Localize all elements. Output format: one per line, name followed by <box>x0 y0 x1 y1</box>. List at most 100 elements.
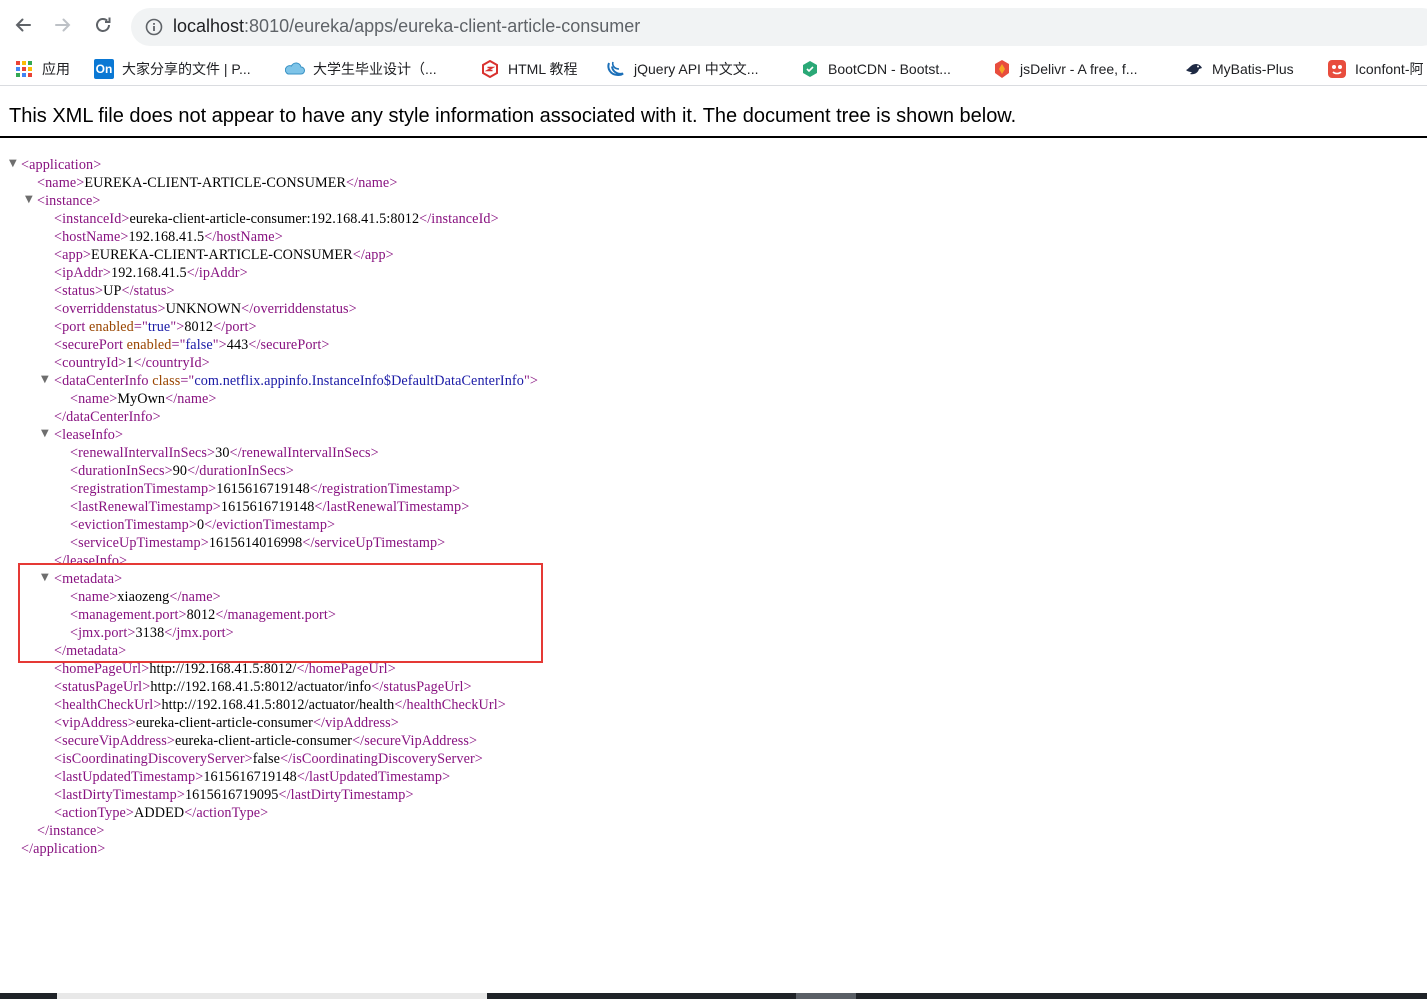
xml-line-application-close: </application> <box>21 841 106 857</box>
iconfont-icon <box>1327 59 1347 79</box>
xml-notice-text: This XML file does not appear to have an… <box>9 105 1017 127</box>
xml-line-instance-open: <instance> <box>37 193 101 209</box>
xml-line-statusPageUrl: <statusPageUrl>http://192.168.41.5:8012/… <box>54 679 472 695</box>
xml-line-dataCenterInfo-name: <name>MyOwn</name> <box>70 391 217 407</box>
xml-line-secureVipAddress: <secureVipAddress>eureka-client-article-… <box>54 733 478 749</box>
xml-value-hostName: 192.168.41.5 <box>128 229 205 245</box>
xml-value-lastUpdatedTimestamp: 1615616719148 <box>203 769 297 785</box>
bookmark-label: MyBatis-Plus <box>1212 61 1294 77</box>
xml-value-renewalIntervalInSecs: 30 <box>215 445 230 461</box>
bookmark-label: 大学生毕业设计（... <box>313 61 437 77</box>
xml-line-lastRenewalTimestamp: <lastRenewalTimestamp>1615616719148</las… <box>70 499 470 515</box>
xml-value-registrationTimestamp: 1615616719148 <box>216 481 310 497</box>
jsdelivr-icon <box>992 59 1012 79</box>
xml-attr-port-enabled: true <box>147 319 171 335</box>
highlight-annotation-box <box>18 563 543 663</box>
xml-value-isCoordinatingDiscoveryServer: false <box>252 751 281 767</box>
bookmark-graduation[interactable]: 大学生毕业设计（... <box>285 57 437 81</box>
xml-value-instanceId: eureka-client-article-consumer:192.168.4… <box>129 211 420 227</box>
xml-value-statusPageUrl: http://192.168.41.5:8012/actuator/info <box>150 679 372 695</box>
xml-line-dataCenterInfo-open: <dataCenterInfo class="com.netflix.appin… <box>54 373 538 389</box>
xml-line-healthCheckUrl: <healthCheckUrl>http://192.168.41.5:8012… <box>54 697 506 713</box>
bookmark-mybatis-plus[interactable]: MyBatis-Plus <box>1184 57 1294 81</box>
xml-line-status: <status>UP</status> <box>54 283 175 299</box>
taskbar-strip <box>0 993 1427 999</box>
bookmark-apps[interactable]: 应用 <box>14 57 70 81</box>
url-path: :8010/eureka/apps/eureka-client-article-… <box>244 16 641 36</box>
xml-value-status: UP <box>103 283 122 299</box>
xml-line-isCoordinatingDiscoveryServer: <isCoordinatingDiscoveryServer>false</is… <box>54 751 483 767</box>
xml-line-instance-close: </instance> <box>37 823 105 839</box>
xml-line-ipAddr: <ipAddr>192.168.41.5</ipAddr> <box>54 265 248 281</box>
xml-value-vipAddress: eureka-client-article-consumer <box>135 715 313 731</box>
xml-value-actionType: ADDED <box>134 805 185 821</box>
xml-value-durationInSecs: 90 <box>172 463 188 479</box>
xml-line-evictionTimestamp: <evictionTimestamp>0</evictionTimestamp> <box>70 517 336 533</box>
xml-line-renewalIntervalInSecs: <renewalIntervalInSecs>30</renewalInterv… <box>70 445 379 461</box>
runoob-icon <box>480 59 500 79</box>
arrow-left-icon <box>15 18 31 32</box>
bookmark-label: 大家分享的文件 | P... <box>122 61 251 77</box>
bookmark-label: jQuery API 中文文... <box>634 61 759 77</box>
xml-line-securePort: <securePort enabled="false">443</secureP… <box>54 337 330 353</box>
xml-line-overriddenstatus: <overriddenstatus>UNKNOWN</overriddensta… <box>54 301 357 317</box>
arrow-right-icon <box>55 18 71 32</box>
bookmark-onedrive[interactable]: On 大家分享的文件 | P... <box>94 57 251 81</box>
url-host: localhost <box>173 16 245 36</box>
xml-line-hostName: <hostName>192.168.41.5</hostName> <box>54 229 283 245</box>
xml-value-serviceUpTimestamp: 1615614016998 <box>208 535 303 551</box>
collapse-triangle-icon[interactable]: ▼ <box>41 375 51 385</box>
xml-value-lastDirtyTimestamp: 1615616719095 <box>184 787 279 803</box>
xml-style-notice: This XML file does not appear to have an… <box>0 100 1427 138</box>
bookmark-label: BootCDN - Bootst... <box>828 61 951 77</box>
apps-grid-icon <box>14 59 34 79</box>
bookmark-html-tutorial[interactable]: HTML 教程 <box>480 57 577 81</box>
xml-value-port: 8012 <box>184 319 214 335</box>
xml-value-app: EUREKA-CLIENT-ARTICLE-CONSUMER <box>91 247 353 263</box>
browser-toolbar: localhost:8010/eureka/apps/eureka-client… <box>0 0 1427 52</box>
xml-value-overriddenstatus: UNKNOWN <box>165 301 242 317</box>
xml-line-dataCenterInfo-close: </dataCenterInfo> <box>54 409 161 425</box>
xml-line-vipAddress: <vipAddress>eureka-client-article-consum… <box>54 715 399 731</box>
onedrive-on-icon: On <box>94 59 114 79</box>
xml-line-countryId: <countryId>1</countryId> <box>54 355 210 371</box>
address-bar[interactable]: localhost:8010/eureka/apps/eureka-client… <box>131 8 1427 46</box>
xml-line-serviceUpTimestamp: <serviceUpTimestamp>1615614016998</servi… <box>70 535 446 551</box>
back-button[interactable] <box>9 11 37 39</box>
xml-value-name: EUREKA-CLIENT-ARTICLE-CONSUMER <box>84 175 347 191</box>
xml-line-leaseInfo-open: <leaseInfo> <box>54 427 124 443</box>
xml-value-ipAddr: 192.168.41.5 <box>111 265 187 281</box>
url-text[interactable]: localhost:8010/eureka/apps/eureka-client… <box>173 16 640 37</box>
jquery-icon <box>606 59 626 79</box>
bookmark-jsdelivr[interactable]: jsDelivr - A free, f... <box>992 57 1137 81</box>
taskbar-item[interactable] <box>57 993 487 999</box>
xml-value-lastRenewalTimestamp: 1615616719148 <box>220 499 315 515</box>
xml-line-port: <port enabled="true">8012</port> <box>54 319 257 335</box>
xml-value-dataCenterInfo-name: MyOwn <box>117 391 166 407</box>
info-icon[interactable] <box>145 18 163 36</box>
xml-value-securePort: 443 <box>226 337 249 353</box>
xml-line-name: <name>EUREKA-CLIENT-ARTICLE-CONSUMER</na… <box>37 175 398 191</box>
bookmark-iconfont[interactable]: Iconfont-阿 <box>1327 57 1423 81</box>
xml-line-application-open: <application> <box>21 157 102 173</box>
xml-attr-dataCenterInfo-class: com.netflix.appinfo.InstanceInfo$Default… <box>194 373 524 389</box>
xml-line-actionType: <actionType>ADDED</actionType> <box>54 805 269 821</box>
xml-line-app: <app>EUREKA-CLIENT-ARTICLE-CONSUMER</app… <box>54 247 394 263</box>
bookmark-label: HTML 教程 <box>508 61 578 77</box>
collapse-triangle-icon[interactable]: ▼ <box>9 159 19 169</box>
bookmarks-bar: 应用 On 大家分享的文件 | P... 大学生毕业设计（... HTML 教程… <box>0 52 1427 86</box>
taskbar-item[interactable] <box>796 993 856 999</box>
bookmark-label: jsDelivr - A free, f... <box>1020 61 1138 77</box>
xml-value-secureVipAddress: eureka-client-article-consumer <box>174 733 353 749</box>
forward-button[interactable] <box>49 11 77 39</box>
mybatis-bird-icon <box>1184 59 1204 79</box>
bookmark-bootcdn[interactable]: BootCDN - Bootst... <box>800 57 951 81</box>
reload-button[interactable] <box>89 11 117 39</box>
reload-icon <box>96 17 111 32</box>
bookmark-jquery[interactable]: jQuery API 中文文... <box>606 57 758 81</box>
xml-value-healthCheckUrl: http://192.168.41.5:8012/actuator/health <box>161 697 395 713</box>
collapse-triangle-icon[interactable]: ▼ <box>41 429 51 439</box>
xml-line-registrationTimestamp: <registrationTimestamp>1615616719148</re… <box>70 481 461 497</box>
collapse-triangle-icon[interactable]: ▼ <box>25 195 35 205</box>
xml-line-durationInSecs: <durationInSecs>90</durationInSecs> <box>70 463 294 479</box>
